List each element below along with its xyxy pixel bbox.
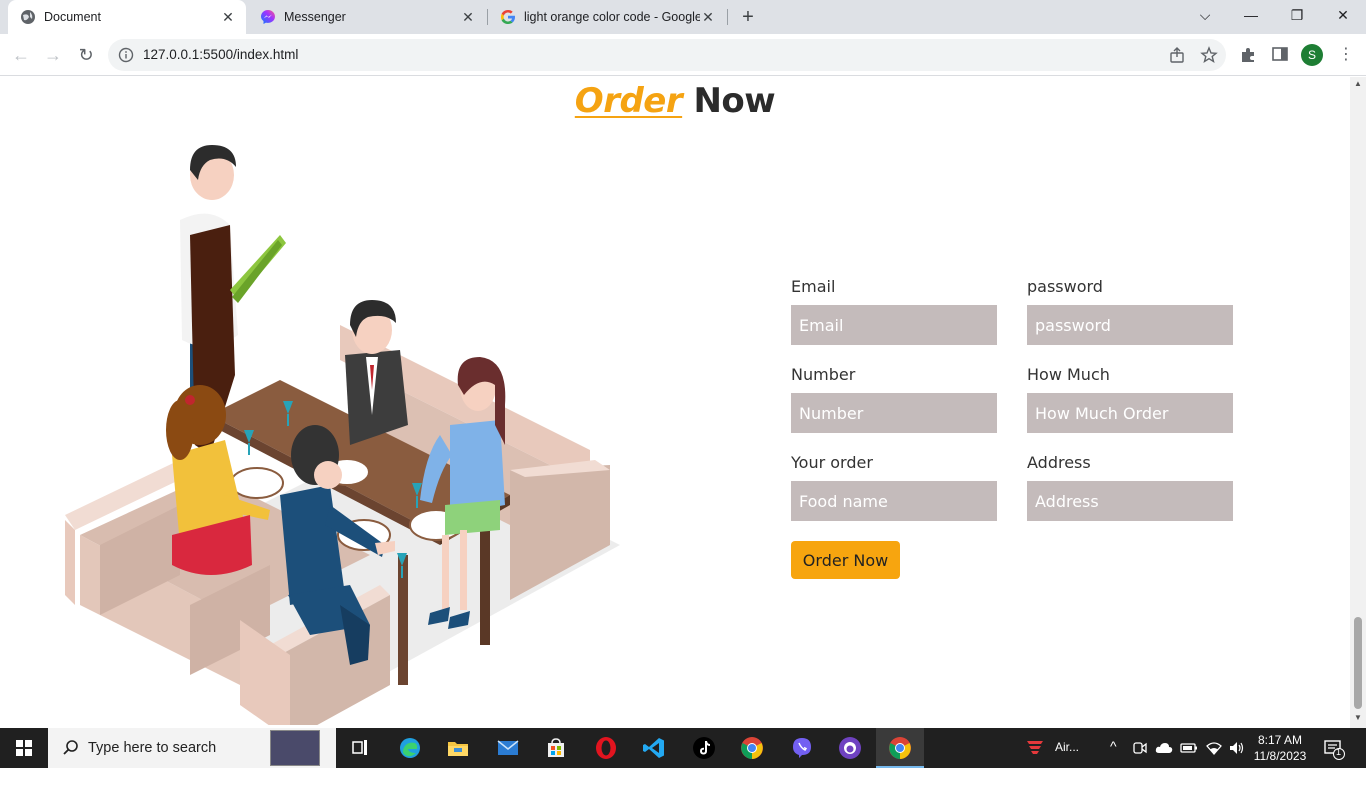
email-group: Email [791,277,997,345]
your-order-group: Your order [791,453,997,521]
order-now-button[interactable]: Order Now [791,541,900,579]
vscode-icon[interactable] [630,728,678,768]
heading-rest: Now [682,81,776,121]
heading-highlight: Order [574,81,683,121]
notification-center-icon[interactable] [1323,738,1345,760]
restaurant-illustration [65,145,620,725]
password-group: password [1027,277,1233,345]
new-tab-button[interactable]: + [736,4,760,30]
forward-button[interactable]: → [40,42,66,68]
edge-icon[interactable] [386,728,434,768]
url-text[interactable]: 127.0.0.1:5500/index.html [143,47,298,62]
task-view-icon[interactable] [336,728,384,768]
wifi-icon[interactable] [1205,740,1223,756]
chrome-active-icon[interactable] [876,728,924,768]
show-hidden-icons-chevron-icon[interactable]: ^ [1110,738,1117,778]
address-bar[interactable]: 127.0.0.1:5500/index.html [108,39,1226,71]
close-icon[interactable]: ✕ [700,9,716,26]
side-panel-icon[interactable] [1270,44,1290,64]
profile-avatar[interactable]: S [1301,44,1323,66]
extensions-icon[interactable] [1238,44,1258,64]
tab-title: Messenger [284,10,346,24]
minimize-button[interactable]: — [1228,0,1274,30]
clock-date: 11/8/2023 [1253,749,1307,763]
file-explorer-icon[interactable] [434,728,482,768]
back-button[interactable]: ← [8,42,34,68]
battery-icon[interactable] [1180,741,1198,755]
tab-messenger[interactable]: Messenger ✕ [248,0,486,34]
windows-start-icon[interactable] [0,728,48,768]
search-icon [63,740,78,755]
tab-strip: Document ✕ Messenger ✕ light orange colo… [0,0,1366,34]
number-input[interactable] [791,393,997,433]
viber-icon[interactable] [778,728,826,768]
restore-button[interactable]: ❐ [1274,0,1320,30]
password-input[interactable] [1027,305,1233,345]
taskbar-search[interactable]: Type here to search [48,728,336,768]
chrome-icon[interactable] [728,728,776,768]
system-clock[interactable]: 8:17 AM 11/8/2023 [1252,732,1308,764]
browser-toolbar: ← → ↻ 127.0.0.1:5500/index.html S ⋮ [0,34,1366,76]
email-input[interactable] [791,305,997,345]
meet-now-icon[interactable] [1133,740,1147,756]
how-much-label: How Much [1027,365,1110,384]
clock-time: 8:17 AM [1257,733,1303,747]
globe-icon [21,10,35,24]
onedrive-cloud-icon[interactable] [1155,741,1173,755]
tab-separator [727,9,728,25]
number-group: Number [791,365,997,433]
volume-icon[interactable] [1228,740,1246,756]
google-icon [501,10,515,24]
store-icon[interactable] [532,728,580,768]
scrollbar-thumb[interactable] [1354,617,1362,709]
how-much-group: How Much [1027,365,1233,433]
mail-icon[interactable] [484,728,532,768]
messenger-icon [261,10,275,24]
menu-kebab-icon[interactable]: ⋮ [1338,45,1354,65]
search-placeholder: Type here to search [88,740,217,756]
tab-document[interactable]: Document ✕ [8,0,246,34]
air-quality-icon[interactable] [1024,737,1046,759]
how-much-input[interactable] [1027,393,1233,433]
reload-button[interactable]: ↻ [73,42,99,68]
scroll-down-arrow-icon[interactable]: ▼ [1354,713,1362,722]
tab-google[interactable]: light orange color code - Google ✕ [488,0,726,34]
close-icon[interactable]: ✕ [460,9,476,26]
opera-icon[interactable] [582,728,630,768]
page-content: Order Now Email Email password password … [0,77,1350,728]
close-icon[interactable]: ✕ [220,9,236,26]
password-label: password [1027,277,1103,296]
food-name-input[interactable] [791,481,997,521]
tab-title: Document [44,10,101,24]
page-title: Order Now [0,81,1350,121]
info-icon[interactable] [118,47,134,63]
address-group: Address [1027,453,1233,521]
windows-taskbar: Type here to search Air... ^ 8:17 AM 11/… [0,728,1366,768]
notification-count-badge: 1 [1336,747,1342,757]
address-input[interactable] [1027,481,1233,521]
tab-search-chevron-icon[interactable]: ⌵ [1182,0,1228,30]
tiktok-icon[interactable] [680,728,728,768]
share-icon[interactable] [1168,46,1186,64]
bookmark-star-icon[interactable] [1200,46,1218,64]
scroll-up-arrow-icon[interactable]: ▲ [1354,79,1362,88]
address-label: Address [1027,453,1091,472]
your-order-label: Your order [791,453,873,472]
weather-label[interactable]: Air... [1055,740,1079,780]
close-window-button[interactable]: ✕ [1320,0,1366,30]
tab-title: light orange color code - Google [524,10,700,24]
search-highlight-image [270,730,320,766]
email-label: Email [791,277,836,296]
page-scrollbar[interactable]: ▲ ▼ [1350,77,1366,728]
number-label: Number [791,365,856,384]
github-desktop-icon[interactable] [826,728,874,768]
